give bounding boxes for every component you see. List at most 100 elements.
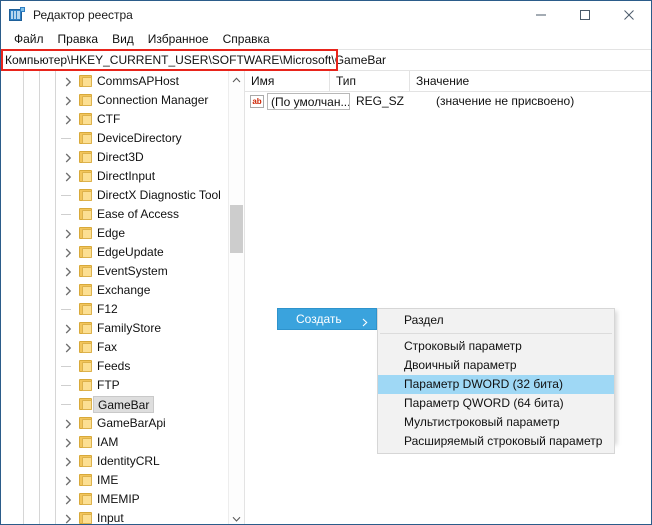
context-menu-item[interactable]: Строковый параметр — [378, 337, 614, 356]
tree-scroll-up-button[interactable] — [229, 71, 244, 88]
tree-item-ctf[interactable]: CTF — [1, 110, 229, 129]
menu-help[interactable]: Справка — [216, 31, 277, 47]
tree-item-familystore[interactable]: FamilyStore — [1, 319, 229, 338]
tree-item-label: DirectInput — [97, 169, 156, 183]
tree-item-label: FTP — [97, 378, 120, 392]
chevron-right-icon[interactable] — [60, 414, 76, 433]
registry-tree[interactable]: CommsAPHost Connection Manager CTF DeviceDi… — [1, 71, 229, 524]
chevron-right-icon[interactable] — [60, 452, 76, 471]
tree-item-directinput[interactable]: DirectInput — [1, 167, 229, 186]
tree-item-ease-of-access[interactable]: Ease of Access — [1, 205, 229, 224]
menu-favorites[interactable]: Избранное — [141, 31, 216, 47]
tree-item-devicedirectory[interactable]: DeviceDirectory — [1, 129, 229, 148]
tree-item-f12[interactable]: F12 — [1, 300, 229, 319]
tree-vertical-scrollbar[interactable] — [228, 71, 244, 524]
tree-scroll-down-button[interactable] — [229, 510, 244, 524]
tree-leaf-connector — [61, 385, 71, 386]
tree-item-input[interactable]: Input — [1, 509, 229, 524]
tree-item-label: EventSystem — [97, 264, 168, 278]
registry-tree-list: CommsAPHost Connection Manager CTF DeviceDi… — [1, 71, 229, 524]
tree-item-identitycrl[interactable]: IdentityCRL — [1, 452, 229, 471]
menu-edit[interactable]: Правка — [51, 31, 106, 47]
tree-item-label: EdgeUpdate — [97, 245, 164, 259]
close-icon — [624, 10, 634, 20]
folder-icon — [79, 94, 92, 106]
context-submenu: Раздел Строковый параметр Двоичный парамет… — [377, 308, 615, 454]
context-menu-item[interactable]: Двоичный параметр — [378, 356, 614, 375]
tree-item-connection-manager[interactable]: Connection Manager — [1, 91, 229, 110]
chevron-right-icon[interactable] — [60, 91, 76, 110]
tree-item-label: Fax — [97, 340, 118, 354]
context-menu-new-item[interactable]: Создать — [277, 308, 377, 330]
chevron-right-icon[interactable] — [60, 471, 76, 490]
close-button[interactable] — [607, 1, 651, 29]
chevron-up-icon — [232, 76, 241, 82]
tree-item-label: Ease of Access — [97, 207, 180, 221]
context-menu-item[interactable]: Раздел — [378, 311, 614, 330]
tree-item-imemip[interactable]: IMEMIP — [1, 490, 229, 509]
folder-icon — [79, 246, 92, 258]
tree-item-directx-diagnostic-tool[interactable]: DirectX Diagnostic Tool — [1, 186, 229, 205]
tree-item-exchange[interactable]: Exchange — [1, 281, 229, 300]
tree-item-ime[interactable]: IME — [1, 471, 229, 490]
tree-item-direct3d[interactable]: Direct3D — [1, 148, 229, 167]
tree-item-gamebarapi[interactable]: GameBarApi — [1, 414, 229, 433]
address-bar[interactable]: Компьютер\HKEY_CURRENT_USER\SOFTWARE\Mic… — [1, 50, 651, 71]
tree-item-feeds[interactable]: Feeds — [1, 357, 229, 376]
tree-item-gamebar[interactable]: GameBar — [1, 395, 229, 414]
chevron-right-icon[interactable] — [60, 338, 76, 357]
tree-scroll-thumb[interactable] — [230, 205, 243, 253]
table-row[interactable]: ab (По умолчан... REG_SZ (значение не пр… — [245, 92, 651, 111]
chevron-right-icon[interactable] — [60, 148, 76, 167]
value-list-rows[interactable]: ab (По умолчан... REG_SZ (значение не пр… — [245, 92, 651, 111]
chevron-right-icon[interactable] — [60, 72, 76, 91]
tree-item-edgeupdate[interactable]: EdgeUpdate — [1, 243, 229, 262]
folder-icon — [79, 284, 92, 296]
chevron-right-icon[interactable] — [60, 167, 76, 186]
tree-item-iam[interactable]: IAM — [1, 433, 229, 452]
tree-item-ftp[interactable]: FTP — [1, 376, 229, 395]
tree-item-label: DeviceDirectory — [97, 131, 182, 145]
context-menu-item[interactable]: Параметр DWORD (32 бита) — [378, 375, 614, 394]
tree-item-commsaphost[interactable]: CommsAPHost — [1, 72, 229, 91]
context-menu-item[interactable]: Мультистроковый параметр — [378, 413, 614, 432]
chevron-right-icon[interactable] — [60, 110, 76, 129]
chevron-right-icon[interactable] — [60, 319, 76, 338]
maximize-button[interactable] — [563, 1, 607, 29]
folder-icon — [79, 379, 92, 391]
tree-leaf-connector — [61, 214, 71, 215]
column-header-data[interactable]: Значение — [410, 71, 650, 91]
minimize-button[interactable] — [519, 1, 563, 29]
chevron-right-icon[interactable] — [60, 262, 76, 281]
tree-item-eventsystem[interactable]: EventSystem — [1, 262, 229, 281]
folder-icon — [79, 265, 92, 277]
registry-editor-icon — [9, 7, 25, 23]
folder-icon — [79, 113, 92, 125]
tree-item-label: Direct3D — [97, 150, 144, 164]
context-menu-item[interactable]: Расширяемый строковый параметр — [378, 432, 614, 451]
chevron-right-icon[interactable] — [60, 281, 76, 300]
menu-file[interactable]: Файл — [7, 31, 51, 47]
chevron-right-icon[interactable] — [60, 433, 76, 452]
tree-item-fax[interactable]: Fax — [1, 338, 229, 357]
context-menu-item[interactable]: Параметр QWORD (64 бита) — [378, 394, 614, 413]
folder-icon — [79, 341, 92, 353]
folder-icon — [79, 170, 92, 182]
chevron-right-icon[interactable] — [60, 509, 76, 524]
column-header-name[interactable]: Имя — [245, 71, 330, 91]
tree-item-label: IAM — [97, 435, 119, 449]
menu-view[interactable]: Вид — [105, 31, 141, 47]
folder-icon — [79, 227, 92, 239]
string-value-icon: ab — [250, 95, 264, 108]
value-name[interactable]: (По умолчан... — [267, 93, 350, 110]
title-bar: Редактор реестра — [1, 1, 651, 29]
folder-icon — [79, 512, 92, 524]
chevron-right-icon[interactable] — [60, 243, 76, 262]
column-header-type[interactable]: Тип — [330, 71, 410, 91]
tree-item-label: CTF — [97, 112, 121, 126]
chevron-right-icon[interactable] — [60, 490, 76, 509]
main-content: CommsAPHost Connection Manager CTF DeviceDi… — [1, 71, 651, 524]
registry-tree-pane: CommsAPHost Connection Manager CTF DeviceDi… — [1, 71, 245, 524]
tree-item-edge[interactable]: Edge — [1, 224, 229, 243]
chevron-right-icon[interactable] — [60, 224, 76, 243]
